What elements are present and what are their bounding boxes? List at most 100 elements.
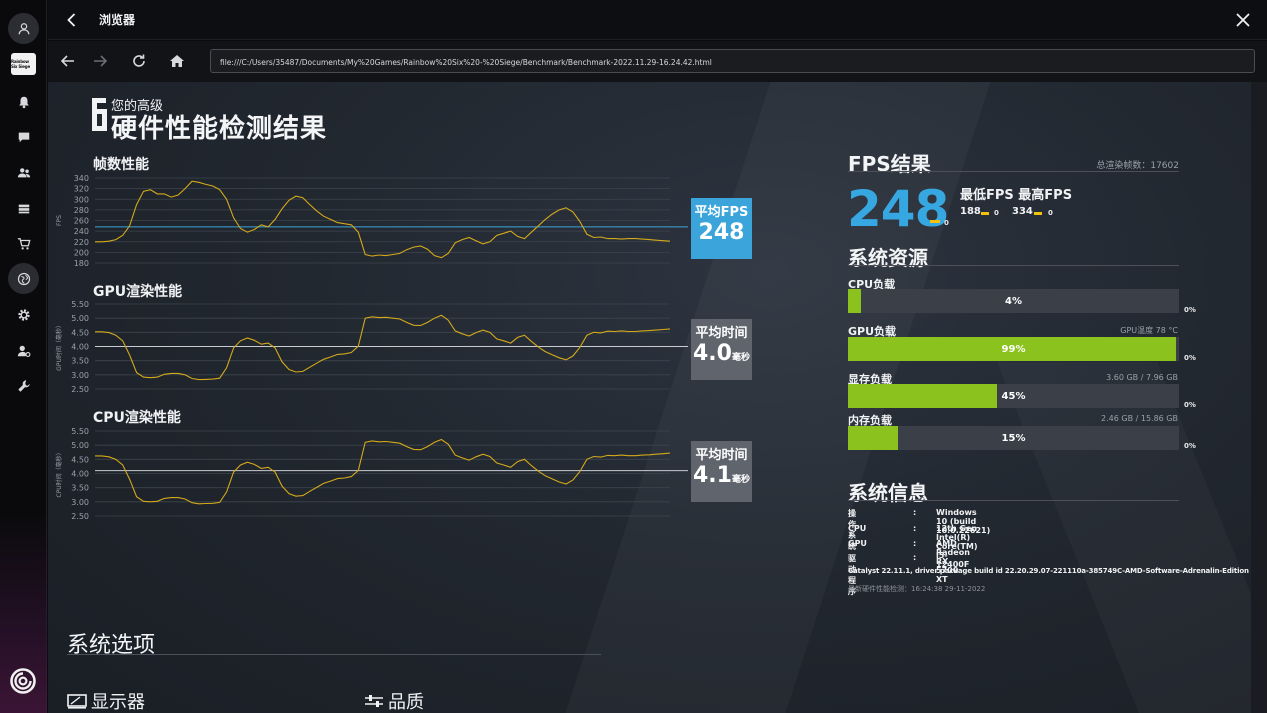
sliders-icon bbox=[365, 695, 383, 707]
user-settings-icon bbox=[17, 345, 30, 357]
vram-usage: 3.60 GB / 7.96 GB bbox=[1106, 373, 1178, 382]
wrench-icon bbox=[17, 379, 30, 392]
quality-category: 品质 bbox=[364, 688, 424, 713]
nav-back-icon[interactable] bbox=[59, 52, 77, 70]
y-tick-label: 260 bbox=[74, 217, 89, 226]
close-icon[interactable] bbox=[1233, 10, 1253, 30]
sysinfo-gpu-value: AMD Radeon RX 5700 XT bbox=[936, 539, 970, 584]
y-tick-label: 3.00 bbox=[71, 498, 89, 507]
y-tick-label: 3.50 bbox=[71, 484, 89, 493]
y-tick-label: 5.00 bbox=[71, 441, 89, 450]
sysinfo-driver-value: Catalyst 22.11.1, driver package build i… bbox=[848, 567, 1249, 575]
ram-usage: 2.46 GB / 15.86 GB bbox=[1101, 414, 1178, 423]
y-axis-label: FPS bbox=[56, 215, 63, 226]
user-icon bbox=[18, 22, 29, 34]
fps-max-sub: 0 bbox=[1048, 209, 1053, 217]
profile-avatar-button[interactable] bbox=[8, 13, 39, 44]
sysinfo-divider bbox=[848, 500, 1179, 501]
fps-average-sub: 0 bbox=[944, 219, 949, 227]
page-scrollbar[interactable] bbox=[1251, 82, 1267, 713]
cpu-average-value-line: 4.1毫秒 bbox=[691, 463, 752, 493]
vram-load-zero: 0% bbox=[1184, 401, 1196, 409]
nav-forward-icon[interactable] bbox=[91, 52, 109, 70]
fps-average-label: 平均FPS bbox=[694, 205, 749, 220]
tools-button[interactable] bbox=[8, 370, 39, 401]
y-axis-label: CPU时间（毫秒） bbox=[55, 449, 63, 497]
fps-chart: 180 200 220 240 260 280 300 320 340 FPS bbox=[48, 172, 688, 272]
display-category-label: 显示器 bbox=[91, 692, 145, 713]
y-tick-label: 4.50 bbox=[71, 328, 89, 337]
y-tick-label: 240 bbox=[74, 227, 89, 236]
y-tick-label: 5.50 bbox=[71, 427, 89, 436]
gpu-load-bar: 99% bbox=[848, 337, 1179, 361]
rainbow-six-logo-icon bbox=[92, 98, 107, 131]
total-frames: 总渲染帧数：17602 bbox=[1096, 161, 1179, 171]
fps-average-marker bbox=[930, 220, 940, 223]
globe-icon bbox=[17, 272, 30, 285]
gpu-chart: 2.50 3.00 3.50 4.00 4.50 5.00 5.50 GPU时间（毫秒） bbox=[48, 298, 688, 398]
fps-min-marker bbox=[981, 212, 989, 215]
chat-button[interactable] bbox=[8, 121, 39, 152]
sysinfo-title: 系统信息 bbox=[848, 481, 928, 505]
sysinfo-os-colon: : bbox=[913, 508, 917, 517]
fps-min-sub: 0 bbox=[994, 209, 999, 217]
quality-category-label: 品质 bbox=[388, 692, 424, 713]
ram-load-bar: 15% bbox=[848, 426, 1179, 450]
cpu-chart: 2.50 3.00 3.50 4.00 4.50 5.00 5.50 CPU时间（毫秒） bbox=[48, 425, 688, 525]
friends-icon bbox=[17, 167, 30, 177]
y-tick-label: 220 bbox=[74, 238, 89, 247]
benchmark-page: 您的高级 硬件性能检测结果 帧数性能 180 200 220 240 260 280 300… bbox=[48, 82, 1251, 713]
y-tick-label: 200 bbox=[74, 248, 89, 257]
y-tick-label: 5.50 bbox=[71, 300, 89, 309]
cpu-average-unit: 毫秒 bbox=[731, 475, 750, 485]
notifications-button[interactable] bbox=[8, 86, 39, 117]
cpu-load-percent: 4% bbox=[1005, 295, 1022, 307]
y-axis-label: GPU时间（毫秒） bbox=[55, 322, 63, 371]
monitor-icon bbox=[67, 694, 87, 709]
page-title: 硬件性能检测结果 bbox=[111, 114, 328, 144]
browser-button[interactable] bbox=[8, 263, 39, 294]
fps-average-big: 248 bbox=[847, 180, 949, 238]
system-options-divider bbox=[67, 654, 601, 655]
home-icon[interactable] bbox=[168, 52, 186, 70]
last-benchmark-time: 最新硬件性能检测：16:24:38 29-11-2022 bbox=[848, 585, 986, 593]
sysinfo-cpu-key: CPU bbox=[848, 524, 867, 533]
y-tick-label: 4.00 bbox=[71, 470, 89, 479]
chat-icon bbox=[18, 132, 29, 142]
gpu-average-unit: 毫秒 bbox=[731, 353, 750, 363]
account-settings-button[interactable] bbox=[8, 335, 39, 366]
url-bar[interactable] bbox=[210, 49, 1255, 74]
library-button[interactable] bbox=[8, 193, 39, 224]
cpu-average-value: 4.1 bbox=[693, 463, 732, 488]
settings-button[interactable] bbox=[8, 299, 39, 330]
sysinfo-gpu-key: GPU bbox=[848, 539, 867, 548]
back-icon[interactable] bbox=[62, 10, 82, 30]
friends-button[interactable] bbox=[8, 157, 39, 188]
gpu-average-box: 平均时间 4.0毫秒 bbox=[691, 319, 752, 380]
browser-nav-bar bbox=[48, 41, 1267, 82]
library-icon bbox=[18, 204, 29, 213]
display-category: 显示器 bbox=[67, 688, 145, 713]
fps-result-divider bbox=[848, 171, 1179, 172]
fps-minmax-label: 最低FPS 最高FPS bbox=[960, 188, 1073, 203]
reload-icon[interactable] bbox=[130, 52, 148, 70]
ubisoft-logo-icon[interactable] bbox=[10, 668, 36, 694]
y-tick-label: 5.00 bbox=[71, 314, 89, 323]
vram-load-bar: 45% bbox=[848, 384, 1179, 408]
series-line bbox=[95, 314, 671, 381]
gpu-average-value-line: 4.0毫秒 bbox=[691, 341, 752, 371]
store-button[interactable] bbox=[8, 228, 39, 259]
game-tile-label: Rainbow Six Siege bbox=[11, 59, 30, 69]
y-tick-label: 280 bbox=[74, 206, 89, 215]
y-tick-label: 320 bbox=[74, 185, 89, 194]
ram-load-percent: 15% bbox=[1001, 432, 1026, 444]
series-line bbox=[95, 180, 671, 259]
url-input[interactable] bbox=[211, 51, 1254, 74]
game-tile-button[interactable]: Rainbow Six Siege bbox=[11, 53, 36, 75]
sysinfo-cpu-colon: : bbox=[913, 524, 917, 533]
cpu-average-label: 平均时间 bbox=[695, 448, 748, 463]
gear-icon bbox=[17, 308, 30, 321]
fps-chart-label: 帧数性能 bbox=[93, 157, 149, 173]
fps-max-value: 334 bbox=[1012, 206, 1033, 217]
fps-average-value: 248 bbox=[698, 220, 745, 245]
